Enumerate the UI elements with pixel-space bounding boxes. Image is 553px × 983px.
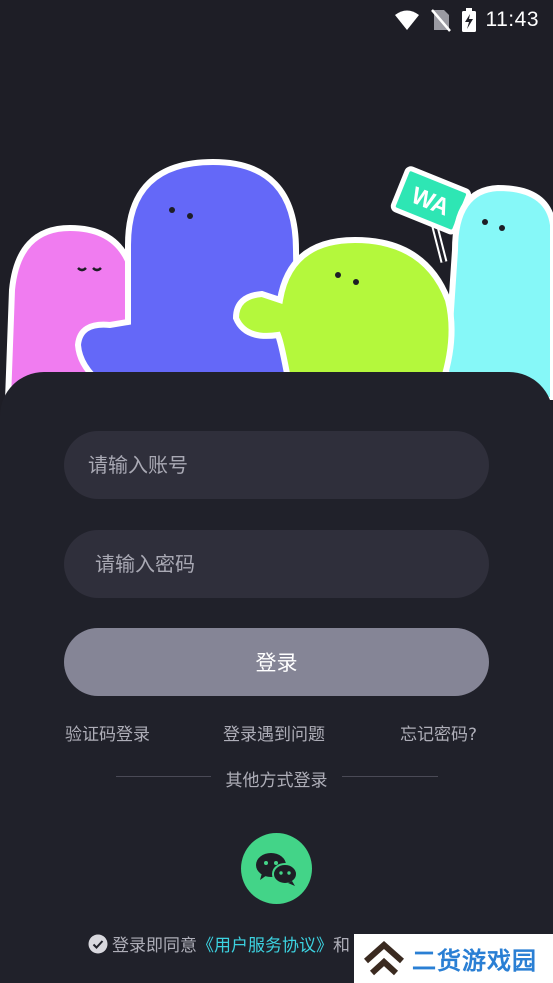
login-button[interactable]: 登录 — [64, 628, 489, 696]
divider-left — [116, 776, 211, 777]
user-agreement-link[interactable]: 《用户服务协议》 — [197, 931, 333, 956]
other-login-label: 其他方式登录 — [225, 771, 328, 791]
battery-charging-icon — [461, 8, 476, 32]
agreement-prefix: 登录即同意 — [112, 936, 197, 956]
account-input[interactable] — [64, 431, 489, 499]
watermark: 二货游戏园 — [354, 934, 553, 983]
status-bar: 11:43 — [0, 0, 553, 40]
agreement-check-icon[interactable] — [88, 934, 108, 954]
watermark-text: 二货游戏园 — [412, 947, 537, 975]
divider-right — [342, 776, 438, 777]
wifi-icon — [394, 10, 419, 30]
status-time: 11:43 — [485, 8, 539, 31]
agreement-suffix: 和 — [333, 936, 350, 956]
agreement-row: 登录即同意 《用户服务协议》 和 — [88, 931, 350, 956]
login-problem-link[interactable]: 登录遇到问题 — [223, 720, 325, 745]
wechat-icon — [255, 852, 298, 886]
watermark-logo-icon — [364, 940, 404, 975]
forgot-password-link[interactable]: 忘记密码? — [400, 720, 477, 745]
sms-login-link[interactable]: 验证码登录 — [65, 720, 150, 745]
password-input[interactable] — [64, 530, 489, 598]
status-icons: 11:43 — [394, 6, 540, 34]
wechat-login-button[interactable] — [241, 833, 312, 904]
mascot-illustration: WA — [4, 158, 553, 400]
no-sim-icon — [430, 9, 451, 32]
